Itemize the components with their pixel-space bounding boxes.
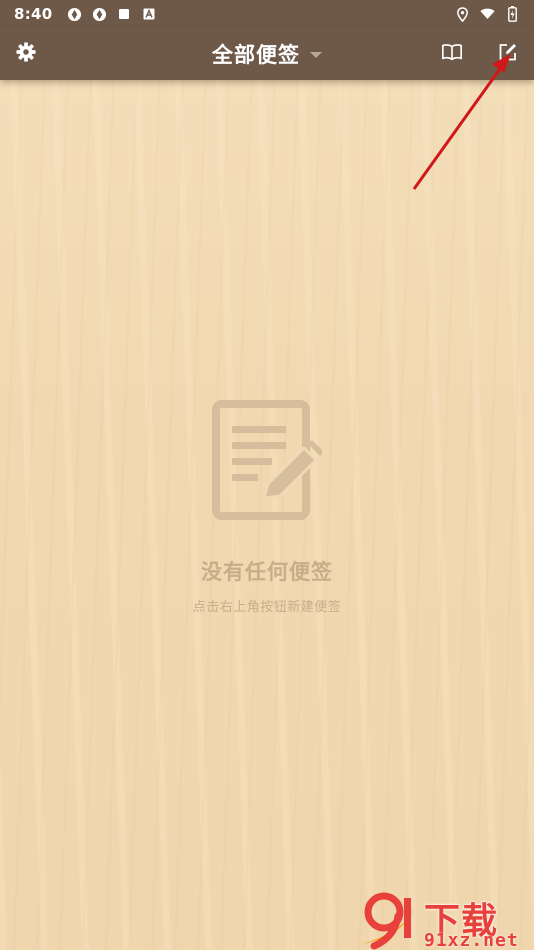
book-button[interactable] [426,28,478,80]
sync-icon [67,7,82,22]
square-icon [117,7,132,22]
screen: 8:40 全部便签 没有任何便签 点击右上角按钮新建便签 下载 91xz.net [0,0,534,950]
status-bar: 8:40 [0,0,534,28]
new-note-button[interactable] [482,28,534,80]
a-badge-icon [142,7,157,22]
empty-subtitle: 点击右上角按钮新建便签 [192,600,342,615]
wifi-icon [480,7,495,22]
location-icon [455,6,470,22]
sync-icon [92,7,107,22]
caret-down-icon [310,52,322,58]
edit-icon [498,42,518,66]
category-dropdown[interactable]: 全部便签 [212,39,322,69]
gear-icon [15,41,37,67]
page-title: 全部便签 [212,43,300,67]
book-icon [441,42,463,66]
note-edit-icon [0,400,534,520]
empty-title: 没有任何便签 [201,560,333,584]
status-left-icons [67,7,157,22]
empty-state: 没有任何便签 点击右上角按钮新建便签 [0,400,534,615]
status-right-icons [455,6,520,22]
app-bar: 全部便签 [0,28,534,80]
battery-icon [505,6,520,22]
status-time: 8:40 [14,5,53,23]
watermark: 下载站 91xz.net [354,890,530,950]
watermark-url: 91xz.net [424,930,519,950]
settings-button[interactable] [0,28,52,80]
